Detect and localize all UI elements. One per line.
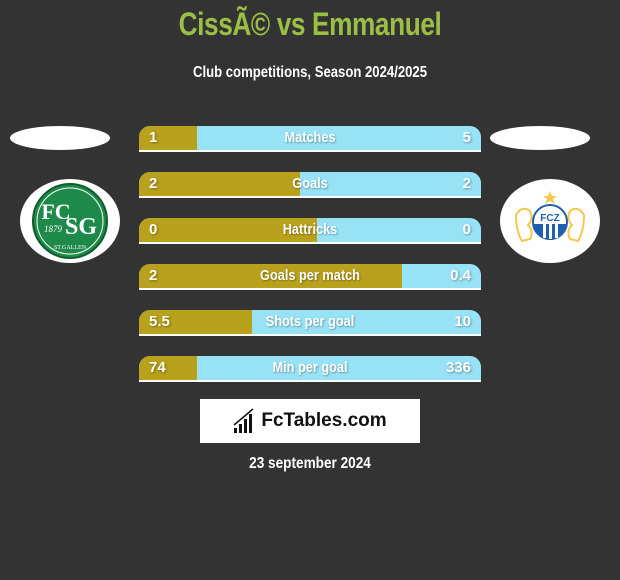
stat-row-matches: 1 Matches 5 [139, 126, 481, 152]
stat-right-value: 336 [445, 359, 471, 376]
stat-row-min-per-goal: 74 Min per goal 336 [139, 356, 481, 382]
stat-label: Goals per match [260, 267, 360, 284]
stat-row-hattricks: 0 Hattricks 0 [139, 218, 481, 244]
stat-row-goals-per-match: 2 Goals per match 0.4 [139, 264, 481, 290]
svg-text:1879: 1879 [44, 224, 63, 234]
stat-row-shots-per-goal: 5.5 Shots per goal 10 [139, 310, 481, 336]
match-date: 23 september 2024 [249, 455, 371, 472]
stat-right-value: 2 [462, 175, 471, 192]
brand-name: FcTables.com [261, 410, 387, 431]
stat-row-goals: 2 Goals 2 [139, 172, 481, 198]
stat-label: Hattricks [282, 221, 338, 238]
stat-right-value: 10 [454, 313, 471, 330]
stat-right-value: 5 [462, 129, 471, 146]
stat-label: Goals [292, 175, 328, 192]
stat-left-value: 2 [149, 267, 158, 284]
stat-label: Matches [284, 129, 336, 146]
svg-text:SG: SG [65, 214, 97, 240]
stat-label: Shots per goal [265, 313, 355, 330]
fc-zurich-crest-icon: FCZ [514, 191, 586, 243]
bar-chart-icon [233, 408, 254, 433]
right-team-logo[interactable]: FCZ [500, 179, 600, 263]
left-player-oval [10, 126, 110, 150]
fc-st-gallen-crest-icon: FC SG 1879 ST.GALLEN [32, 183, 108, 259]
fctables-logo[interactable]: FcTables.com [200, 399, 420, 443]
season-subtitle: Club competitions, Season 2024/2025 [192, 64, 428, 81]
right-player-oval [490, 126, 590, 150]
stat-right-value: 0.4 [450, 267, 471, 284]
stat-left-value: 2 [149, 175, 158, 192]
svg-text:ST.GALLEN: ST.GALLEN [54, 245, 87, 251]
left-team-logo[interactable]: FC SG 1879 ST.GALLEN [20, 179, 120, 263]
stat-label: Min per goal [272, 359, 348, 376]
page-title: CissÃ© vs Emmanuel [178, 6, 442, 42]
stat-right-value: 0 [462, 221, 471, 238]
stat-left-value: 1 [149, 129, 158, 146]
svg-text:FCZ: FCZ [540, 213, 559, 224]
stat-left-value: 0 [149, 221, 158, 238]
stat-left-value: 74 [149, 359, 166, 376]
